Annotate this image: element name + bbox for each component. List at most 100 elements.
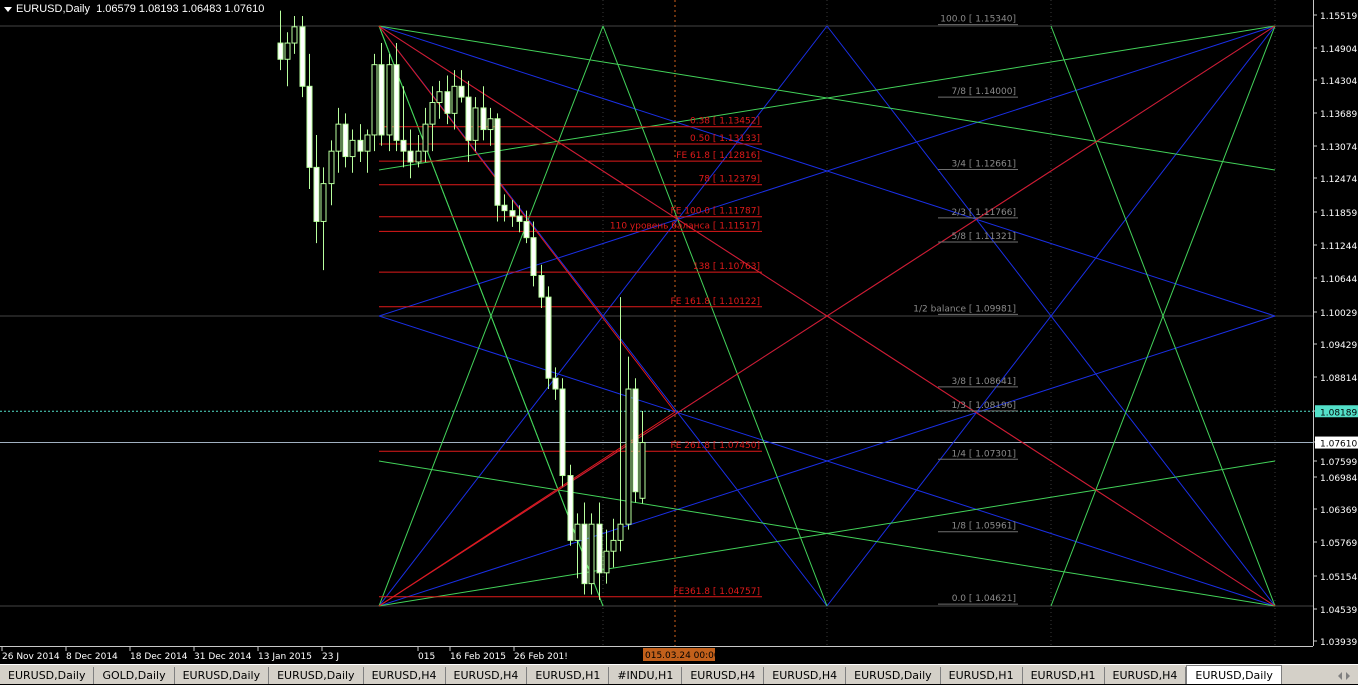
candle-body: [472, 107, 479, 141]
chart-ohlc-values: 1.06579 1.08193 1.06483 1.07610: [96, 3, 265, 15]
time-tick-label: 23 J: [322, 652, 339, 662]
candle: [277, 10, 284, 71]
candle: [451, 70, 458, 130]
gann-level-label: 1/2 balance [ 1.09981]: [913, 304, 1016, 314]
candle: [393, 43, 400, 152]
tab--indu-h1[interactable]: #INDU,H1: [609, 667, 683, 684]
time-tick-label: 16 Feb 2015: [450, 652, 506, 662]
candle: [610, 518, 617, 568]
time-scale[interactable]: 26 Nov 2014 8 Dec 2014 18 Dec 2014 31 Dec 2…: [0, 646, 1313, 664]
candle: [284, 32, 291, 87]
gann-level-label: 7/8 [ 1.14000]: [952, 87, 1016, 97]
candle: [487, 107, 494, 146]
gann-level-label: 3/4 [ 1.12661]: [952, 159, 1016, 169]
scroll-left-icon[interactable]: [1338, 671, 1342, 680]
price-scale[interactable]: 1.15519 1.14904 1.14304 1.13689 1.13074 1.124…: [1313, 0, 1358, 648]
candle: [291, 16, 298, 54]
tab-eurusd-daily[interactable]: EURUSD,Daily: [269, 667, 364, 684]
tab-eurusd-h1[interactable]: EURUSD,H1: [527, 667, 610, 684]
candle: [415, 134, 422, 168]
gann-level-label: 5/8 [ 1.11321]: [952, 232, 1016, 242]
candle-body: [574, 523, 581, 541]
candle-body: [342, 123, 349, 158]
candle-body: [501, 204, 508, 212]
chart-area[interactable]: 100.0 [ 1.15340] 7/8 [ 1.14000] 3/4 [ 1.12…: [0, 0, 1313, 646]
candle-body: [349, 139, 356, 158]
fib-level-label: FE 100.0 [ 1.11787]: [671, 207, 760, 217]
scroll-right-icon[interactable]: [1346, 671, 1350, 680]
candle: [545, 286, 552, 390]
time-tick-label: 18 Dec 2014: [130, 652, 188, 662]
fib-level-label: FE 261.8 [ 1.07450]: [671, 441, 760, 451]
candle-body: [451, 85, 458, 114]
candle: [472, 97, 479, 152]
candle: [436, 80, 443, 119]
price-tick-label: 1.06369: [1320, 506, 1357, 516]
fib-level-label: 0.38 [ 1.13452]: [690, 117, 760, 127]
candle-body: [444, 91, 451, 114]
candle-body: [378, 64, 385, 136]
gann-drawing: 100.0 [ 1.15340] 7/8 [ 1.14000] 3/4 [ 1.12…: [378, 15, 1276, 607]
time-tick-label: 26 Feb 201!: [514, 652, 568, 662]
gann-level-label: 1/3 [ 1.08196]: [952, 401, 1016, 411]
fib-level-label: 110 уровень баланса [ 1.11517]: [610, 221, 760, 231]
candle: [596, 502, 603, 600]
candle: [494, 113, 501, 222]
tab-eurusd-daily[interactable]: EURUSD,Daily: [1186, 665, 1282, 684]
candle: [429, 86, 436, 152]
candle-body: [400, 139, 407, 152]
candle: [320, 167, 327, 271]
candle-body: [588, 523, 595, 585]
candle-body: [306, 85, 313, 168]
candle: [342, 113, 349, 168]
price-tick-label: 1.11244: [1320, 242, 1357, 252]
tab-eurusd-h4[interactable]: EURUSD,H4: [764, 667, 847, 684]
candle: [588, 513, 595, 595]
candle-body: [335, 123, 342, 152]
candle-body: [639, 442, 646, 499]
tab-eurusd-h1[interactable]: EURUSD,H1: [1023, 667, 1105, 684]
time-tick-label: 8 Dec 2014: [66, 652, 118, 662]
time-tick-label: 26 Nov 2014: [2, 652, 60, 662]
gann-level-label: 0.0 [ 1.04621]: [952, 594, 1016, 604]
tab-eurusd-daily[interactable]: EURUSD,Daily: [0, 667, 95, 684]
time-tick-label: 015: [418, 652, 435, 662]
tab-eurusd-h4[interactable]: EURUSD,H4: [364, 667, 446, 684]
candle-body: [494, 118, 501, 206]
candle: [422, 107, 429, 162]
last-price-label: 1.07610: [1320, 440, 1357, 450]
gann-level-label: 100.0 [ 1.15340]: [940, 15, 1016, 25]
candle-body: [603, 550, 610, 574]
candle-body: [480, 107, 487, 131]
tab-eurusd-h4[interactable]: EURUSD,H4: [446, 667, 528, 684]
candle-body: [458, 85, 465, 98]
chart-tabbar: EURUSD,Daily GOLD,Daily EURUSD,Daily EURUSD…: [0, 664, 1358, 684]
price-tick-label: 1.13074: [1320, 143, 1357, 153]
tab-eurusd-h4[interactable]: EURUSD,H4: [682, 667, 765, 684]
candle-body: [552, 377, 559, 390]
price-tick-label: 1.07599: [1320, 458, 1357, 468]
candle: [567, 464, 574, 546]
tab-gold-daily[interactable]: GOLD,Daily: [94, 667, 175, 684]
tab-eurusd-h1[interactable]: EURUSD,H1: [941, 667, 1023, 684]
candle-body: [625, 388, 632, 525]
candle: [617, 297, 624, 552]
tab-eurusd-daily[interactable]: EURUSD,Daily: [175, 667, 270, 684]
price-tick-label: 1.14304: [1320, 77, 1357, 87]
candle: [538, 264, 545, 308]
chart-canvas[interactable]: 100.0 [ 1.15340] 7/8 [ 1.14000] 3/4 [ 1.12…: [0, 0, 1313, 646]
candle-body: [277, 42, 284, 60]
candle-body: [465, 96, 472, 141]
grid-lines: [0, 0, 1313, 646]
time-scale-svg: 26 Nov 2014 8 Dec 2014 18 Dec 2014 31 Dec 2…: [1, 647, 720, 662]
chart-menu-triangle-icon[interactable]: [4, 6, 12, 12]
candle: [458, 70, 465, 103]
tab-eurusd-h4[interactable]: EURUSD,H4: [1105, 667, 1187, 684]
gann-level-label: 2/3 [ 1.11766]: [952, 208, 1016, 218]
candle-body: [407, 150, 414, 163]
candle-body: [617, 523, 624, 541]
tab-eurusd-daily[interactable]: EURUSD,Daily: [846, 667, 941, 684]
candle: [559, 378, 566, 487]
chart-symbol: EURUSD,Daily: [16, 3, 90, 15]
price-scale-svg: 1.15519 1.14904 1.14304 1.13689 1.13074 1.124…: [1314, 12, 1358, 648]
